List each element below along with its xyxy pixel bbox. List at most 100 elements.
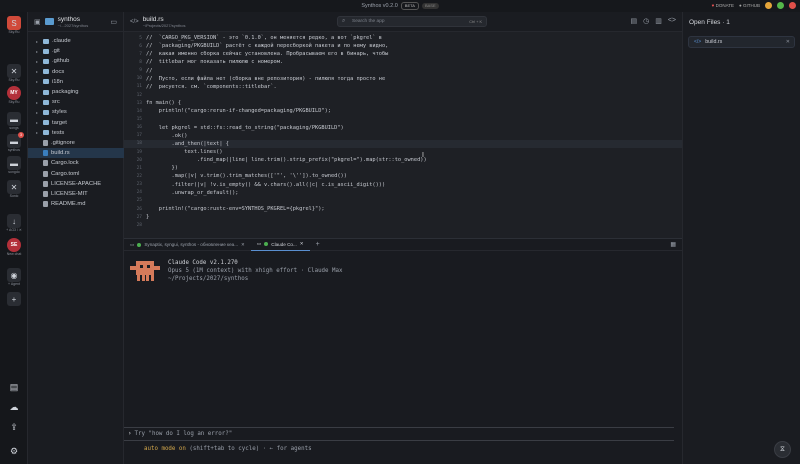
prompt-input[interactable]: › Try "how do I log an error?" <box>124 427 674 441</box>
close-icon[interactable]: ✕ <box>241 242 245 248</box>
code-line: 8 // titlebar мог показать пилюлю с номер… <box>124 58 682 66</box>
line-number: 24 <box>136 190 142 196</box>
rail-item[interactable]: + <box>6 292 22 306</box>
settings-icon[interactable]: ⚙ <box>6 444 22 458</box>
search-input[interactable]: ⌕ Search the app Ctrl + K <box>337 16 487 27</box>
code-line: 16 let pkgrel = std::fs::read_to_string(… <box>124 124 682 132</box>
terminal-tab-2[interactable]: ▭ Claude Co... ✕ <box>250 239 310 251</box>
open-file-item[interactable]: </> build.rs ✕ <box>688 36 795 48</box>
code-text: // `packaging/PKGBUILD` растёт с каждой … <box>146 43 389 50</box>
rail-item[interactable]: MY Sky.Ru <box>6 86 22 104</box>
file-item[interactable]: Cargo.toml <box>28 168 124 178</box>
rail-label: + Agent <box>8 282 20 286</box>
rail-item[interactable]: ▬ songs <box>6 112 22 130</box>
chevron-right-icon: ▸ <box>36 69 39 75</box>
file-item[interactable]: LICENSE-MIT <box>28 189 124 199</box>
code-icon: </> <box>130 18 139 25</box>
file-icon <box>43 170 48 177</box>
folder-item[interactable]: ▸ styles <box>28 107 124 117</box>
code-line: 24 .unwrap_or_default(); <box>124 189 682 197</box>
rail-icon: ▬ <box>7 156 21 170</box>
archive-icon[interactable]: ▤ <box>6 380 22 394</box>
file-icon <box>43 160 48 167</box>
file-item[interactable]: build.rs <box>28 148 124 159</box>
rail-item[interactable]: S Sky.Ru <box>6 16 22 34</box>
folder-item[interactable]: ▸ i18n <box>28 77 124 87</box>
line-number: 28 <box>136 222 142 228</box>
rail-icon: ◉ <box>7 268 21 282</box>
cc-model: Opus 5 (1M context) with xhigh effort · … <box>168 268 343 274</box>
folder-item[interactable]: ▸ src <box>28 97 124 107</box>
history-icon[interactable]: ◷ <box>643 17 649 25</box>
file-icon <box>43 201 48 208</box>
code-text: .map(|v| v.trim().trim_matches(['"', '\'… <box>146 173 347 180</box>
layout-icon[interactable]: ▤ <box>630 17 637 25</box>
folder-icon <box>43 69 49 75</box>
rail-item[interactable]: SE New chat <box>6 238 22 256</box>
code-text: println!("cargo:rustc-env=SYNTHOS_PKGREL… <box>146 206 325 213</box>
line-number: 6 <box>139 43 142 49</box>
close-button[interactable] <box>789 2 796 9</box>
rail-item[interactable]: ✕ Sonic <box>6 180 22 198</box>
panel-layout-icon[interactable]: ▦ <box>670 241 676 248</box>
terminal-tabs: ▭ Synaptix, syngui, synthos - обновление… <box>124 239 682 251</box>
code-area[interactable]: 5 // `CARGO_PKG_VERSION` - это `0.1.0`, о… <box>124 34 682 229</box>
folder-item[interactable]: ▸ .claude <box>28 36 124 46</box>
terminal-panel: ▭ Synaptix, syngui, synthos - обновление… <box>124 238 682 464</box>
line-number: 7 <box>139 51 142 57</box>
agent-fab-button[interactable]: ⧖ <box>774 441 791 458</box>
split-icon[interactable]: ▥ <box>655 17 662 25</box>
rail-item[interactable]: ▬ synthos 3 <box>6 132 24 152</box>
file-item[interactable]: .gitignore <box>28 138 124 148</box>
donate-button[interactable]: ♥ DONATE <box>712 3 734 8</box>
folder-item[interactable]: ▸ docs <box>28 67 124 77</box>
folder-item[interactable]: ▸ .github <box>28 56 124 66</box>
folder-item[interactable]: ▸ target <box>28 118 124 128</box>
sidebar-toggle-icon[interactable]: ▣ <box>34 18 41 26</box>
code-line: 27} <box>124 213 682 221</box>
rail-item[interactable]: ✕ Sky.Ru <box>6 64 22 82</box>
chevron-right-icon: ▸ <box>36 99 39 105</box>
rail-icon: ✕ <box>7 64 21 78</box>
folder-item[interactable]: ▸ .git <box>28 46 124 56</box>
tree-label: target <box>52 119 67 126</box>
code-text: let pkgrel = std::fs::read_to_string("pa… <box>146 124 344 131</box>
share-icon[interactable]: ⇪ <box>6 420 22 434</box>
code-text: }) <box>146 165 178 172</box>
rail-item[interactable]: ◉ + Agent <box>6 268 22 286</box>
close-icon[interactable]: ✕ <box>786 39 790 45</box>
status-dot <box>264 242 269 246</box>
file-item[interactable]: README.md <box>28 199 124 209</box>
code-text: .and_then(|text| { <box>146 140 229 147</box>
file-item[interactable]: LICENSE-APACHE <box>28 179 124 189</box>
tree-label: styles <box>52 109 67 116</box>
open-folder-icon[interactable]: ▭ <box>110 18 117 26</box>
folder-item[interactable]: ▸ tests <box>28 128 124 138</box>
rail-item[interactable]: ▬ songdo <box>6 156 22 174</box>
line-number: 19 <box>136 149 142 155</box>
code-line: 20 .find_map(|line| line.trim().strip_pr… <box>124 156 682 164</box>
folder-item[interactable]: ▸ packaging <box>28 87 124 97</box>
github-button[interactable]: ● GITHUB <box>739 3 760 8</box>
tree-label: packaging <box>52 89 79 96</box>
new-terminal-icon[interactable]: + <box>310 241 326 248</box>
minimize-button[interactable] <box>765 2 772 9</box>
close-icon[interactable]: ✕ <box>300 241 304 247</box>
code-view-icon[interactable]: <> <box>668 17 676 25</box>
project-header[interactable]: ▣ synthos ~/...2027/synthos ▭ <box>28 12 123 32</box>
terminal-tab-1[interactable]: ▭ Synaptix, syngui, synthos - обновление… <box>124 242 251 248</box>
code-text: // какая именно сборка сейчас установлен… <box>146 51 389 58</box>
editor-pane: </> build.rs ~/Projects/2027/synthos ⌕ S… <box>124 12 682 238</box>
cloud-upload-icon[interactable]: ☁ <box>6 400 22 414</box>
editor-tab-name: build.rs <box>142 15 164 23</box>
tree-label: Cargo.lock <box>51 160 79 167</box>
rail-item[interactable]: ↓ + AG3 / ✕ <box>6 214 22 232</box>
code-line: 25 <box>124 197 682 205</box>
line-number: 17 <box>136 133 142 139</box>
maximize-button[interactable] <box>777 2 784 9</box>
file-sidebar: ▣ synthos ~/...2027/synthos ▭ ▸ .claude ▸.… <box>28 12 124 464</box>
status-dot <box>137 242 142 247</box>
open-files-panel: Open Files · 1 </> build.rs ✕ <box>682 12 800 464</box>
file-item[interactable]: Cargo.lock <box>28 158 124 168</box>
folder-icon <box>44 18 54 25</box>
